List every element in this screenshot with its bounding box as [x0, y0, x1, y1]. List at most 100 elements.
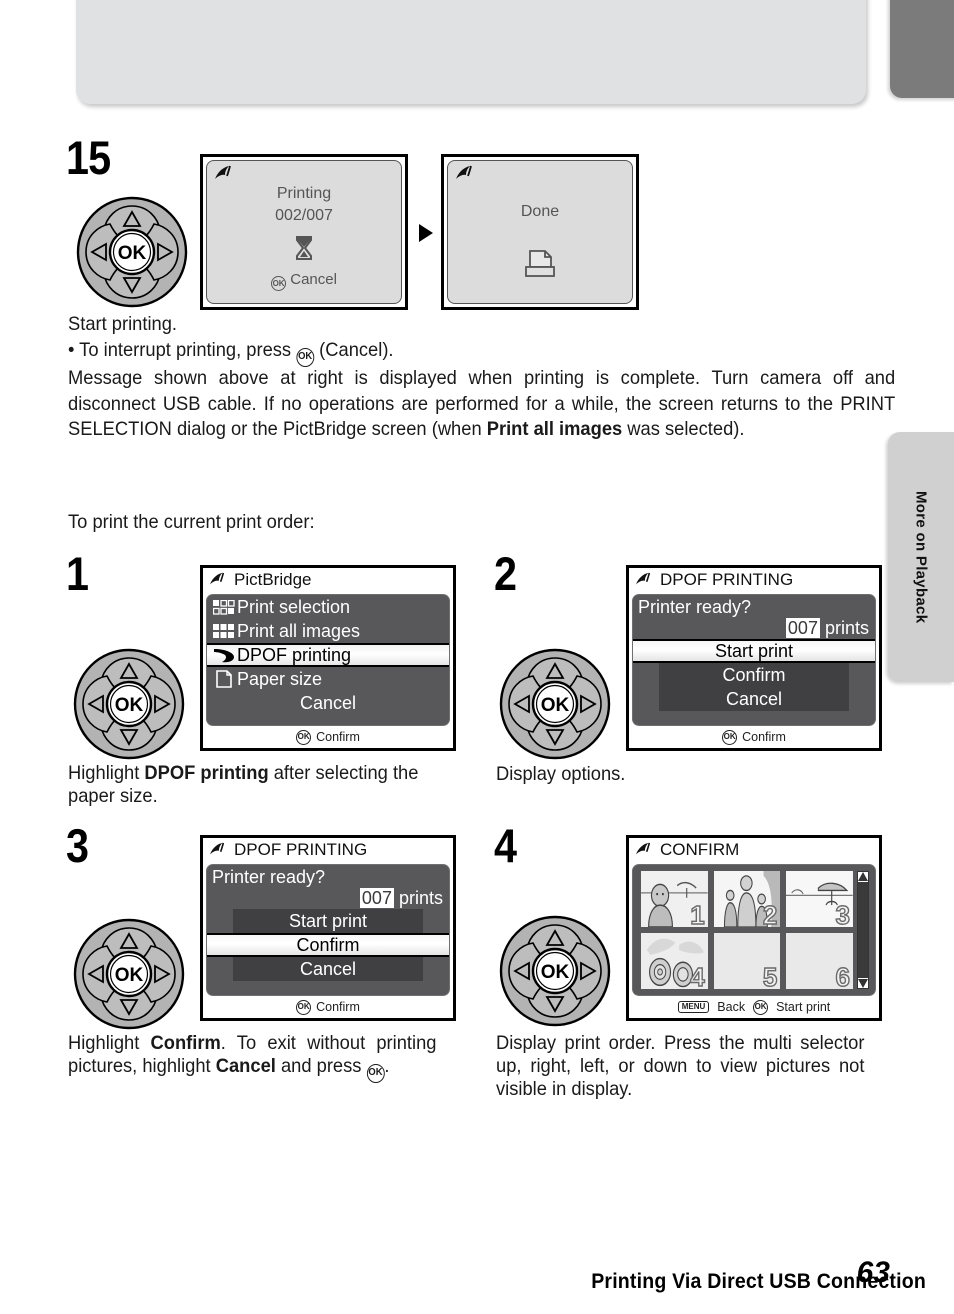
- multi-selector-step2[interactable]: OK: [499, 648, 611, 765]
- lcd-screen-pictbridge-menu: PictBridge Print selection Print all ima…: [200, 565, 456, 751]
- dpof-option-cancel-step3[interactable]: Cancel: [233, 957, 423, 981]
- dpof-title-bar-step2: DPOF PRINTING: [629, 568, 879, 592]
- page-header-bar: [76, 0, 866, 104]
- menu-item-paper-size[interactable]: Paper size: [207, 667, 449, 691]
- ok-button-icon: OK: [296, 347, 315, 367]
- menu-item-dpof-printing[interactable]: DPOF printing: [207, 643, 449, 667]
- scroll-down-arrow-icon: [858, 979, 868, 988]
- thumbnail-number: 3: [835, 899, 851, 927]
- vertical-scrollbar[interactable]: [857, 871, 869, 989]
- print-selection-grid-icon: [211, 599, 237, 615]
- dpof-option-start-print-step3[interactable]: Start print: [233, 909, 423, 933]
- step-number-15: 15: [66, 131, 111, 184]
- menu-item-print-all-images[interactable]: Print all images: [207, 619, 449, 643]
- dpof-option-label: Start print: [714, 640, 794, 661]
- menu-item-label: DPOF printing: [237, 644, 352, 665]
- right-arrow-icon: [419, 224, 433, 242]
- printing-status-line1: Printing: [276, 185, 332, 202]
- step4-caption: Display print order. Press the multi sel…: [496, 1032, 865, 1100]
- thumbnail-6[interactable]: 6: [786, 933, 853, 989]
- step-number-2: 2: [494, 547, 517, 600]
- confirm-back-label: Back: [717, 1000, 746, 1014]
- menu-item-cancel[interactable]: Cancel: [207, 691, 449, 715]
- multi-selector-step15[interactable]: OK: [76, 196, 188, 313]
- svg-text:OK: OK: [115, 965, 144, 986]
- step3-caption-1: Highlight: [68, 1032, 151, 1054]
- step-number-1: 1: [66, 547, 89, 600]
- chapter-tab-top: [890, 0, 954, 98]
- dpof-option-confirm-step2[interactable]: Confirm: [659, 663, 849, 687]
- pictbridge-menu-title: PictBridge: [234, 570, 312, 589]
- thumbnail-1[interactable]: 1: [641, 871, 708, 927]
- confirm-thumbnail-area: 1 2 3 4 5 6: [632, 864, 876, 996]
- dpof-option-confirm-step3[interactable]: Confirm: [207, 933, 449, 957]
- thumbnail-5[interactable]: 5: [713, 933, 781, 989]
- ok-button-icon: OK: [366, 1063, 385, 1083]
- print-count-unit-step2: prints: [824, 618, 869, 638]
- multi-selector-step1[interactable]: OK: [73, 648, 185, 765]
- print-count-row-step3: 007 prints: [207, 888, 449, 909]
- pictbridge-menu-list: Print selection Print all images DPOF pr…: [206, 594, 450, 726]
- confirm-start-print-label: Start print: [776, 1000, 831, 1014]
- dpof-option-label: Cancel: [299, 958, 357, 979]
- print-count-value-step2: 007: [785, 618, 820, 638]
- print-all-grid-icon: [211, 623, 237, 639]
- pictbridge-feather-icon: [636, 572, 651, 585]
- lcd-screen-dpof-printing-step3: DPOF PRINTING Printer ready? 007 prints …: [200, 835, 456, 1021]
- lcd-screen-dpof-printing-step2: DPOF PRINTING Printer ready? 007 prints …: [626, 565, 882, 751]
- printing-cancel-label: Cancel: [290, 270, 337, 288]
- paper-size-icon: [211, 670, 237, 688]
- chapter-tab-more-on-playback: More on Playback: [888, 432, 954, 682]
- step2-caption: Display options.: [496, 763, 626, 785]
- menu-item-label: Paper size: [237, 668, 323, 689]
- thumbnail-2[interactable]: 2: [713, 871, 781, 927]
- chapter-tab-label: More on Playback: [912, 490, 930, 624]
- menu-button-icon: MENU: [677, 1001, 710, 1013]
- dpof-title-bar-step3: DPOF PRINTING: [203, 838, 453, 862]
- pictbridge-feather-icon: [215, 165, 231, 179]
- confirm-footer: MENU Back OK Start print: [629, 997, 879, 1017]
- pictbridge-feather-icon: [636, 842, 651, 855]
- step3-caption: Highlight Confirm. To exit without print…: [68, 1032, 436, 1083]
- intro-line: To print the current print order:: [68, 511, 315, 533]
- multi-selector-step4[interactable]: OK: [499, 915, 611, 1032]
- dpof-option-start-print-step2[interactable]: Start print: [633, 639, 875, 663]
- step3-caption-3: and press: [275, 1055, 367, 1077]
- print-count-value-step3: 007: [359, 888, 394, 908]
- printer-icon: [448, 249, 632, 284]
- menu-item-print-selection[interactable]: Print selection: [207, 595, 449, 619]
- footer-confirm-label: Confirm: [316, 730, 360, 744]
- step15-caption-line2: • To interrupt printing, press OK (Cance…: [68, 338, 895, 367]
- step3-caption-bold-cancel: Cancel: [215, 1055, 276, 1077]
- multi-selector-step3[interactable]: OK: [73, 918, 185, 1035]
- menu-item-label: Cancel: [299, 692, 357, 713]
- thumbnail-grid: 1 2 3 4 5 6: [641, 871, 853, 989]
- dpof-body-step2: Printer ready? 007 prints Start print Co…: [632, 594, 876, 726]
- thumbnail-number: 4: [689, 961, 705, 989]
- dpof-option-cancel-step2[interactable]: Cancel: [659, 687, 849, 711]
- pictbridge-feather-icon: [210, 842, 225, 855]
- dpof-option-label: Confirm: [296, 934, 360, 955]
- paragraph-bold-term: Print all images: [486, 418, 623, 440]
- dpof-title-step2: DPOF PRINTING: [660, 570, 794, 589]
- lcd-screen-confirm: CONFIRM 1 2 3 4 5 6 MENU Back OK Start p…: [626, 835, 882, 1021]
- svg-text:OK: OK: [118, 243, 147, 264]
- step15-caption-line1: Start printing.: [68, 313, 178, 335]
- ok-button-icon: OK: [722, 729, 738, 745]
- thumbnail-4[interactable]: 4: [641, 933, 708, 989]
- thumbnail-number: 2: [762, 899, 778, 927]
- footer-confirm-label: Confirm: [742, 730, 786, 744]
- printing-status-line2: 002/007: [275, 207, 333, 224]
- step-number-4: 4: [494, 819, 517, 872]
- dpof-option-label: Confirm: [722, 664, 786, 685]
- thumbnail-3[interactable]: 3: [786, 871, 853, 927]
- interrupt-text-pre: • To interrupt printing, press: [68, 339, 297, 361]
- dpof-option-label: Start print: [288, 910, 368, 931]
- pictbridge-menu-footer: OK Confirm: [203, 727, 453, 747]
- done-status-label: Done: [520, 203, 560, 220]
- scrollbar-thumb[interactable]: [858, 882, 868, 978]
- dpof-footer-step2: OK Confirm: [629, 727, 879, 747]
- pictbridge-menu-title-bar: PictBridge: [203, 568, 453, 592]
- step3-caption-4: .: [384, 1055, 390, 1077]
- scroll-up-arrow-icon: [858, 872, 868, 881]
